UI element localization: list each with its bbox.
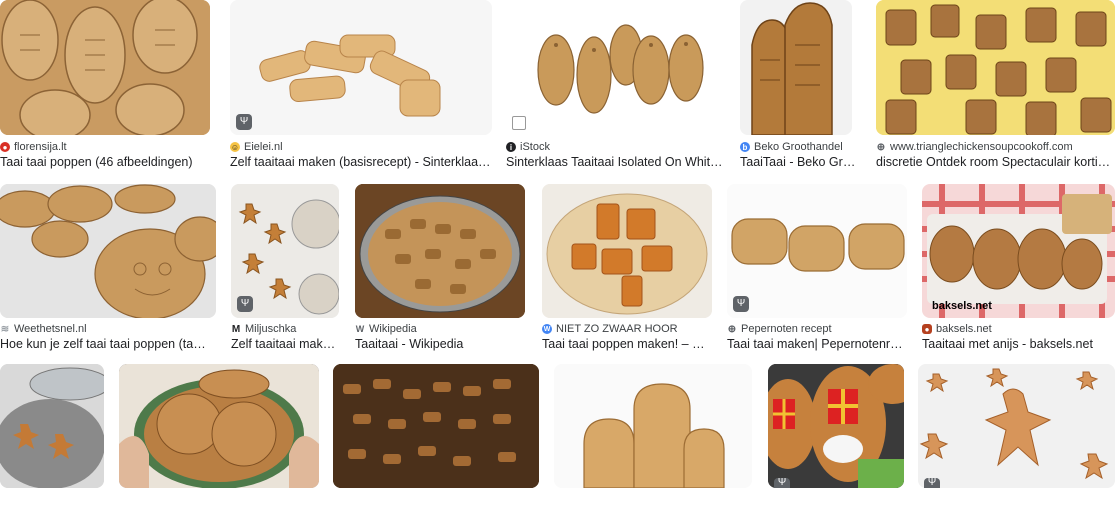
source-label: W NIET ZO ZWAAR HOOR — [542, 323, 712, 335]
site-favicon: i — [506, 142, 516, 152]
result-card[interactable]: ● florensija.lt Taai taai poppen (46 afbe… — [0, 0, 210, 170]
result-thumbnail[interactable] — [0, 364, 104, 488]
result-thumbnail[interactable] — [355, 184, 525, 318]
source-name: Weethetsnel.nl — [14, 323, 87, 335]
source-name: florensija.lt — [14, 141, 67, 153]
result-card[interactable]: Ψ — [918, 364, 1115, 510]
result-card[interactable]: ⊕ www.trianglechickensoupcookoff.com disc… — [876, 0, 1115, 170]
source-name: Eielei.nl — [244, 141, 283, 153]
source-name: Beko Groothandel — [754, 141, 843, 153]
wordpress-icon: W — [542, 324, 552, 334]
result-thumbnail[interactable] — [542, 184, 712, 318]
result-title[interactable]: Taai taai maken| Pepernotenrecept — [727, 337, 907, 351]
source-label: ⊕ www.trianglechickensoupcookoff.com — [876, 141, 1115, 153]
result-thumbnail[interactable] — [230, 0, 492, 135]
result-card[interactable]: Ψ — [768, 364, 904, 510]
fork-knife-icon: Ψ — [236, 114, 252, 130]
result-card[interactable]: baksels.net ● baksels.net Taaitaai met an… — [922, 184, 1115, 354]
watermark-icon — [512, 116, 526, 130]
site-favicon: ● — [922, 324, 932, 334]
result-title[interactable]: discretie Ontdek room Spectaculair korti… — [876, 155, 1115, 169]
fork-knife-icon: Ψ — [924, 478, 940, 488]
result-thumbnail[interactable] — [922, 184, 1115, 318]
result-title[interactable]: Zelf taaitaai maken (basisrecept) - Sint… — [230, 155, 492, 169]
result-card[interactable] — [333, 364, 539, 510]
result-card[interactable]: Ψ ⊕ Pepernoten recept Taai taai maken| Pe… — [727, 184, 907, 354]
result-title[interactable]: TaaiTaai - Beko Groothandel — [740, 155, 862, 169]
source-name: iStock — [520, 141, 550, 153]
result-card[interactable]: Ψ M Miljuschka Zelf taaitaai maken ... — [231, 184, 341, 354]
result-title[interactable]: Hoe kun je zelf taai taai poppen (taaita… — [0, 337, 212, 351]
result-thumbnail[interactable] — [0, 184, 216, 318]
watermark-text: baksels.net — [932, 300, 992, 312]
result-thumbnail[interactable] — [554, 364, 752, 488]
result-thumbnail[interactable] — [0, 0, 210, 135]
source-label: ● florensija.lt — [0, 141, 210, 153]
globe-icon: ⊕ — [727, 323, 737, 335]
source-name: NIET ZO ZWAAR HOOR — [556, 323, 678, 335]
fork-knife-icon: Ψ — [733, 296, 749, 312]
result-thumbnail[interactable] — [740, 0, 852, 135]
result-card[interactable]: W Wikipedia Taaitaai - Wikipedia — [355, 184, 527, 354]
result-card[interactable] — [554, 364, 752, 510]
result-card[interactable]: Ψ ☺ Eielei.nl Zelf taaitaai maken (basisr… — [230, 0, 492, 170]
result-card[interactable] — [0, 364, 104, 510]
source-name: Miljuschka — [245, 323, 297, 335]
globe-icon: ⊕ — [876, 141, 886, 153]
result-thumbnail[interactable] — [876, 0, 1115, 135]
result-title[interactable]: Taaitaai met anijs - baksels.net — [922, 337, 1115, 351]
site-favicon: b — [740, 142, 750, 152]
fork-knife-icon: Ψ — [237, 296, 253, 312]
result-title[interactable]: Taai taai poppen (46 afbeeldingen) — [0, 155, 210, 169]
result-card[interactable]: W NIET ZO ZWAAR HOOR Taai taai poppen mak… — [542, 184, 712, 354]
result-thumbnail[interactable] — [506, 0, 724, 135]
site-favicon: ● — [0, 142, 10, 152]
result-title[interactable]: Sinterklaas Taaitaai Isolated On White B… — [506, 155, 724, 169]
result-card[interactable]: i iStock Sinterklaas Taaitaai Isolated On… — [506, 0, 724, 170]
source-name: Wikipedia — [369, 323, 417, 335]
fork-knife-icon: Ψ — [774, 478, 790, 488]
result-title[interactable]: Taaitaai - Wikipedia — [355, 337, 527, 351]
source-name: www.trianglechickensoupcookoff.com — [890, 141, 1073, 153]
source-name: Pepernoten recept — [741, 323, 832, 335]
source-label: M Miljuschka — [231, 323, 341, 335]
result-card[interactable] — [119, 364, 319, 510]
result-title[interactable]: Taai taai poppen maken! – NIET ZO ZWAAR … — [542, 337, 712, 351]
site-favicon: M — [231, 323, 241, 335]
source-label: i iStock — [506, 141, 724, 153]
result-card[interactable]: ≋ Weethetsnel.nl Hoe kun je zelf taai taa… — [0, 184, 216, 354]
result-card[interactable]: b Beko Groothandel TaaiTaai - Beko Grooth… — [740, 0, 862, 170]
result-thumbnail[interactable] — [918, 364, 1115, 488]
result-title[interactable]: Zelf taaitaai maken ... — [231, 337, 341, 351]
site-favicon: ☺ — [230, 142, 240, 152]
result-thumbnail[interactable] — [768, 364, 904, 488]
wikipedia-icon: W — [355, 324, 365, 334]
source-name: baksels.net — [936, 323, 992, 335]
result-thumbnail[interactable] — [333, 364, 539, 488]
source-label: ● baksels.net — [922, 323, 1115, 335]
source-label: ≋ Weethetsnel.nl — [0, 323, 216, 335]
result-thumbnail[interactable] — [119, 364, 319, 488]
source-label: ☺ Eielei.nl — [230, 141, 492, 153]
source-label: b Beko Groothandel — [740, 141, 862, 153]
result-thumbnail[interactable] — [727, 184, 907, 318]
source-label: ⊕ Pepernoten recept — [727, 323, 907, 335]
site-favicon: ≋ — [0, 323, 10, 335]
source-label: W Wikipedia — [355, 323, 527, 335]
